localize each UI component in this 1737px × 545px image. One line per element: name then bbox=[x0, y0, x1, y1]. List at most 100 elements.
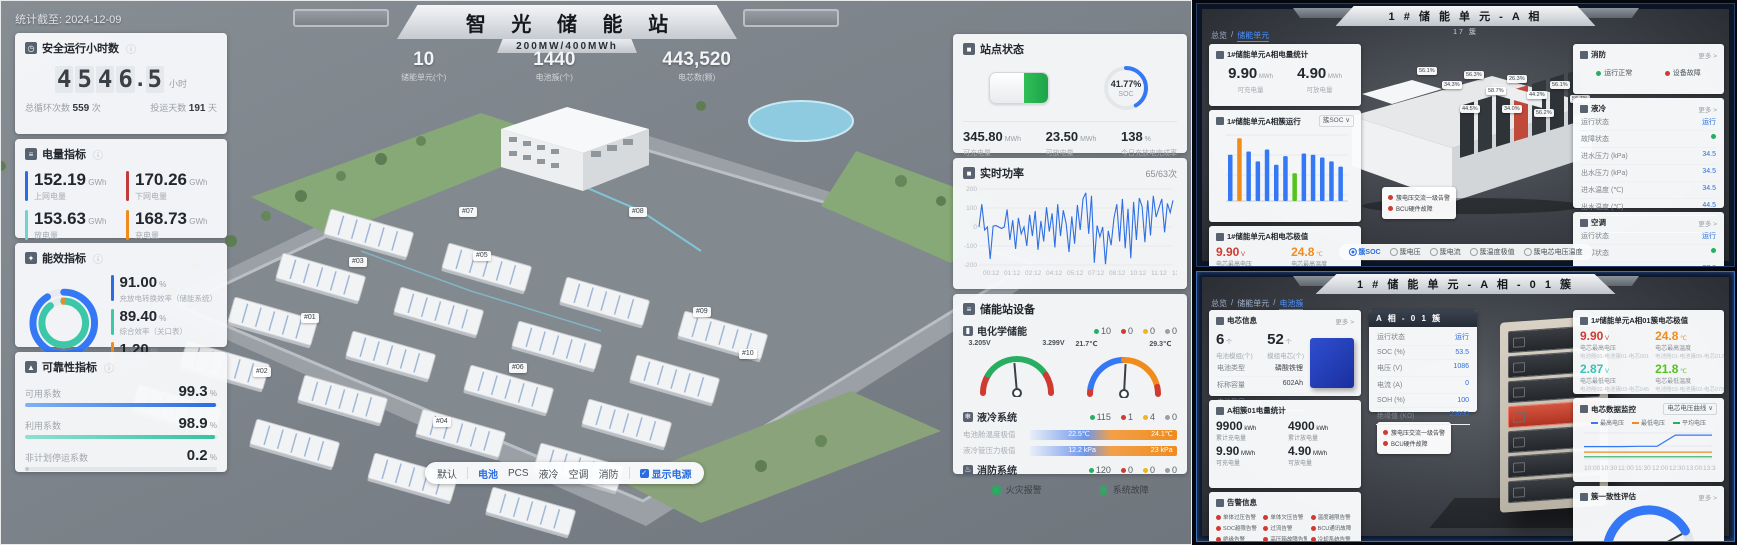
energy-metrics-grid: 152.19 GWh上网电量170.26 GWh下网电量153.63 GWh放电… bbox=[25, 171, 217, 241]
radio-簇温度极值[interactable]: 簇温度极值 bbox=[1470, 247, 1515, 257]
unit-tag[interactable]: #07 bbox=[459, 207, 477, 217]
svg-text:02:12: 02:12 bbox=[1025, 270, 1042, 277]
fire-title: 消防系统 bbox=[977, 462, 1017, 477]
soc-tag[interactable]: 56.1% bbox=[1417, 67, 1437, 75]
bess-icon: ▮ bbox=[963, 326, 973, 336]
unit-extremes-title: 1#储能单元A相电芯极值 bbox=[1227, 231, 1308, 242]
card-icon bbox=[1216, 51, 1224, 59]
digit: 5 bbox=[75, 66, 93, 93]
unit-energy-title: 1#储能单元A相电量统计 bbox=[1227, 49, 1308, 60]
cooling-title: 液冷系统 bbox=[977, 409, 1017, 424]
cell-monitor-card: 电芯数据监控 电芯电压曲线 ∨ 最高电压最低电压平均电压 10:0010:301… bbox=[1573, 398, 1724, 482]
cluster-panel: 簇电压交流一级告警BCU硬件故障 1 # 储 能 单 元 - A 相 - 0 1… bbox=[1196, 271, 1735, 542]
soc-tag[interactable]: 44.5% bbox=[1460, 105, 1480, 113]
kv-row: 故障状态 bbox=[1580, 131, 1717, 148]
status-count: 115 bbox=[1090, 412, 1111, 422]
info-icon[interactable]: ⓘ bbox=[93, 147, 103, 162]
radio-簇电流[interactable]: 簇电流 bbox=[1430, 247, 1461, 257]
digit: 4 bbox=[55, 66, 73, 93]
soc-tag[interactable]: 58.7% bbox=[1486, 87, 1506, 95]
breadcrumb-item[interactable]: 总览 bbox=[1211, 30, 1227, 42]
soc-tag[interactable]: 26.3% bbox=[1507, 75, 1527, 83]
soc-tag[interactable]: 56.2% bbox=[1534, 109, 1554, 117]
breadcrumb-item[interactable]: 储能单元 bbox=[1237, 298, 1269, 310]
info-icon[interactable]: ⓘ bbox=[126, 41, 136, 56]
bess-title: 电化学储能 bbox=[977, 323, 1027, 338]
cluster-metric-dropdown[interactable]: 簇SOC ∨ bbox=[1319, 115, 1354, 127]
unit-tag[interactable]: #01 bbox=[301, 313, 319, 323]
info-icon[interactable]: ⓘ bbox=[104, 360, 114, 375]
svg-text:13:00: 13:00 bbox=[1686, 465, 1703, 471]
soc-tag[interactable]: 44.2% bbox=[1527, 91, 1547, 99]
toolbar-item-PCS[interactable]: PCS bbox=[508, 468, 529, 479]
breadcrumb-item[interactable]: 电池簇 bbox=[1279, 298, 1303, 310]
more-link[interactable]: 更多 > bbox=[1698, 104, 1717, 114]
toolbar-item-液冷[interactable]: 液冷 bbox=[539, 466, 559, 481]
status-count: 0 bbox=[1121, 465, 1133, 475]
radio-簇电芯电压温度[interactable]: 簇电芯电压温度 bbox=[1524, 247, 1583, 257]
unit-tag[interactable]: #04 bbox=[433, 417, 451, 427]
unit-fire-title: 消防 bbox=[1591, 49, 1606, 60]
legend-item: 最低电压 bbox=[1632, 418, 1665, 427]
unit-tag[interactable]: #09 bbox=[693, 307, 711, 317]
cluster-info-title: A 相 - 0 1 簇 bbox=[1369, 310, 1477, 327]
voltage-gauge: 3.205V3.299V bbox=[969, 340, 1065, 403]
radio-簇SOC[interactable]: 簇SOC bbox=[1348, 247, 1380, 257]
breadcrumb: 总览/储能单元/电池簇 bbox=[1211, 298, 1303, 310]
show-power-checkbox[interactable]: ✓显示电源 bbox=[640, 466, 692, 481]
cluster-metric-radio-bar: 簇SOC 簇电压簇电流簇温度极值簇电芯电压温度 bbox=[1338, 244, 1592, 260]
svg-text:11:00: 11:00 bbox=[1618, 465, 1634, 471]
toolbar-item-消防[interactable]: 消防 bbox=[599, 466, 619, 481]
svg-text:08:12: 08:12 bbox=[1109, 270, 1126, 277]
safety-card-title: 安全运行小时数 bbox=[42, 40, 119, 56]
energy-metric: 168.73 GWh充电量 bbox=[126, 210, 217, 241]
status-dot bbox=[1665, 71, 1670, 76]
cell-extreme: 24.8 ℃电芯最高温度电池舱01-电池簇05-电芯012 bbox=[1655, 330, 1724, 360]
layer-toolbar: 默认 电池 PCS 液冷空调消防 ✓显示电源 bbox=[425, 462, 704, 484]
alarm-item: 单体欠压告警 bbox=[1263, 513, 1306, 521]
svg-text:07:12: 07:12 bbox=[1088, 270, 1105, 277]
reliability-metric: 可用系数99.3 % bbox=[25, 383, 217, 407]
info-icon[interactable]: ⓘ bbox=[93, 251, 103, 266]
more-link[interactable]: 更多 > bbox=[1698, 492, 1717, 502]
radio-簇电压[interactable]: 簇电压 bbox=[1390, 247, 1421, 257]
toolbar-item-空调[interactable]: 空调 bbox=[569, 466, 589, 481]
alarm-dot bbox=[1311, 526, 1316, 531]
unit-tag[interactable]: #02 bbox=[253, 367, 271, 377]
toolbar-item-默认[interactable]: 默认 bbox=[437, 466, 457, 481]
alarm-dot bbox=[1263, 537, 1268, 542]
soc-tag[interactable]: 56.3% bbox=[1464, 71, 1484, 79]
toolbar-item-电池[interactable]: 电池 bbox=[478, 466, 498, 481]
banner-decoration-left bbox=[1293, 8, 1353, 18]
unit-tag[interactable]: #08 bbox=[629, 207, 647, 217]
unit-panel-subtitle: 17 簇 bbox=[1453, 27, 1478, 37]
efficiency-metric: 91.00 %充放电转换效率（储能系统） bbox=[111, 275, 218, 304]
energy-card-title: 电量指标 bbox=[42, 146, 86, 162]
power-count-badge: 65/63次 bbox=[1145, 167, 1177, 180]
monitor-metric-dropdown[interactable]: 电芯电压曲线 ∨ bbox=[1663, 403, 1717, 415]
unit-tag[interactable]: #06 bbox=[509, 363, 527, 373]
alarm-dot bbox=[1311, 537, 1316, 542]
svg-text:0: 0 bbox=[973, 224, 977, 231]
soc-tag[interactable]: 34.3% bbox=[1442, 81, 1462, 89]
more-link[interactable]: 更多 > bbox=[1335, 316, 1354, 326]
bess-status-counts: 10000 bbox=[1094, 326, 1177, 336]
breadcrumb-item[interactable]: 总览 bbox=[1211, 298, 1227, 310]
unit-tag[interactable]: #05 bbox=[473, 251, 491, 261]
breadcrumb-item[interactable]: 储能单元 bbox=[1237, 30, 1269, 42]
header-stat: 1440电池簇(个) bbox=[533, 49, 575, 83]
more-link[interactable]: 更多 > bbox=[1698, 50, 1717, 60]
svg-text:00:12: 00:12 bbox=[983, 270, 1000, 277]
unit-hvac-title: 空调 bbox=[1591, 217, 1606, 228]
unit-tag[interactable]: #10 bbox=[739, 349, 757, 359]
cycle-count-value: 559 bbox=[73, 103, 90, 114]
soc-tag[interactable]: 56.1% bbox=[1550, 81, 1570, 89]
svg-text:100: 100 bbox=[966, 205, 977, 212]
banner-decoration-right bbox=[1579, 8, 1639, 18]
soc-tag[interactable]: 34.0% bbox=[1502, 105, 1522, 113]
header-decoration-left bbox=[293, 9, 389, 27]
svg-text:11:30: 11:30 bbox=[1635, 465, 1651, 471]
more-link[interactable]: 更多 > bbox=[1698, 218, 1717, 228]
cooling-range-row: 液冷管压力极值12.2 kPa23 kPa bbox=[963, 445, 1177, 456]
unit-tag[interactable]: #03 bbox=[349, 257, 367, 267]
